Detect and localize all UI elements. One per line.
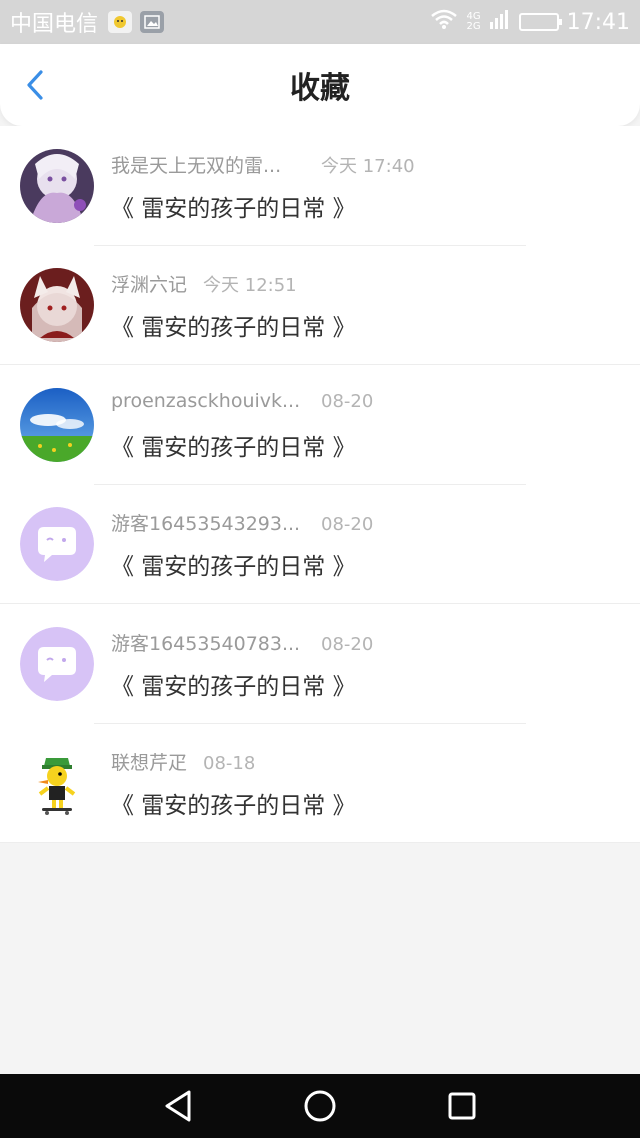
image-notification-icon — [140, 11, 165, 33]
notification-app-icon — [108, 11, 133, 33]
clock: 17:41 — [566, 9, 630, 35]
square-recents-icon — [448, 1092, 476, 1120]
timestamp: 08-20 — [321, 633, 374, 655]
signal-icon — [489, 8, 511, 36]
list-item[interactable]: 浮渊六记 今天 12:51 《 雷安的孩子的日常 》 — [0, 246, 640, 365]
author-name: proenzasckhouivk... — [111, 389, 301, 412]
avatar — [20, 507, 94, 582]
battery-icon — [518, 13, 562, 31]
timestamp: 今天 12:51 — [203, 275, 297, 297]
nav-back-button[interactable] — [107, 1074, 249, 1138]
network-type-label: 4G 2G — [466, 11, 481, 32]
timestamp: 今天 17:40 — [321, 155, 415, 177]
author-name: 浮渊六记 — [111, 274, 188, 297]
avatar — [20, 268, 94, 343]
header: 收藏 — [0, 44, 640, 126]
carrier-label: 中国电信 — [10, 12, 99, 37]
nav-home-button[interactable] — [249, 1074, 391, 1138]
system-navigation-bar — [0, 1074, 640, 1138]
author-name: 游客16453543293... — [111, 513, 301, 536]
triangle-back-icon — [165, 1090, 191, 1122]
timestamp: 08-20 — [321, 514, 374, 536]
story-title: 《 雷安的孩子的日常 》 — [111, 554, 356, 581]
chevron-left-icon — [27, 70, 43, 100]
circle-home-icon — [304, 1090, 336, 1122]
timestamp: 08-20 — [321, 390, 374, 412]
list-item[interactable]: 游客16453540783... 08-20 《 雷安的孩子的日常 》 — [0, 604, 640, 724]
wifi-icon — [430, 9, 458, 35]
list-item[interactable]: 游客16453543293... 08-20 《 雷安的孩子的日常 》 — [0, 485, 640, 604]
favorites-list: 我是天上无双的雷... 今天 17:40 《 雷安的孩子的日常 》 浮渊六记 今… — [0, 126, 640, 843]
story-title: 《 雷安的孩子的日常 》 — [111, 793, 356, 820]
author-name: 我是天上无双的雷... — [111, 154, 282, 177]
avatar — [20, 148, 94, 223]
story-title: 《 雷安的孩子的日常 》 — [111, 434, 356, 461]
author-name: 联想芹疋 — [111, 752, 188, 775]
list-item[interactable]: 我是天上无双的雷... 今天 17:40 《 雷安的孩子的日常 》 — [0, 126, 640, 246]
story-title: 《 雷安的孩子的日常 》 — [111, 673, 356, 700]
story-title: 《 雷安的孩子的日常 》 — [111, 195, 356, 222]
list-item[interactable]: 联想芹疋 08-18 《 雷安的孩子的日常 》 — [0, 724, 640, 843]
page-title: 收藏 — [290, 71, 350, 106]
avatar — [20, 746, 94, 821]
author-name: 游客16453540783... — [111, 632, 301, 655]
list-item[interactable]: proenzasckhouivk... 08-20 《 雷安的孩子的日常 》 — [0, 365, 640, 485]
status-bar: 中国电信 4G 2G 17:41 — [0, 0, 640, 44]
avatar — [20, 387, 94, 462]
divider — [0, 842, 640, 843]
timestamp: 08-18 — [203, 753, 256, 775]
story-title: 《 雷安的孩子的日常 》 — [111, 315, 356, 342]
avatar — [20, 626, 94, 701]
nav-recents-button[interactable] — [391, 1074, 533, 1138]
back-button[interactable] — [20, 68, 50, 102]
